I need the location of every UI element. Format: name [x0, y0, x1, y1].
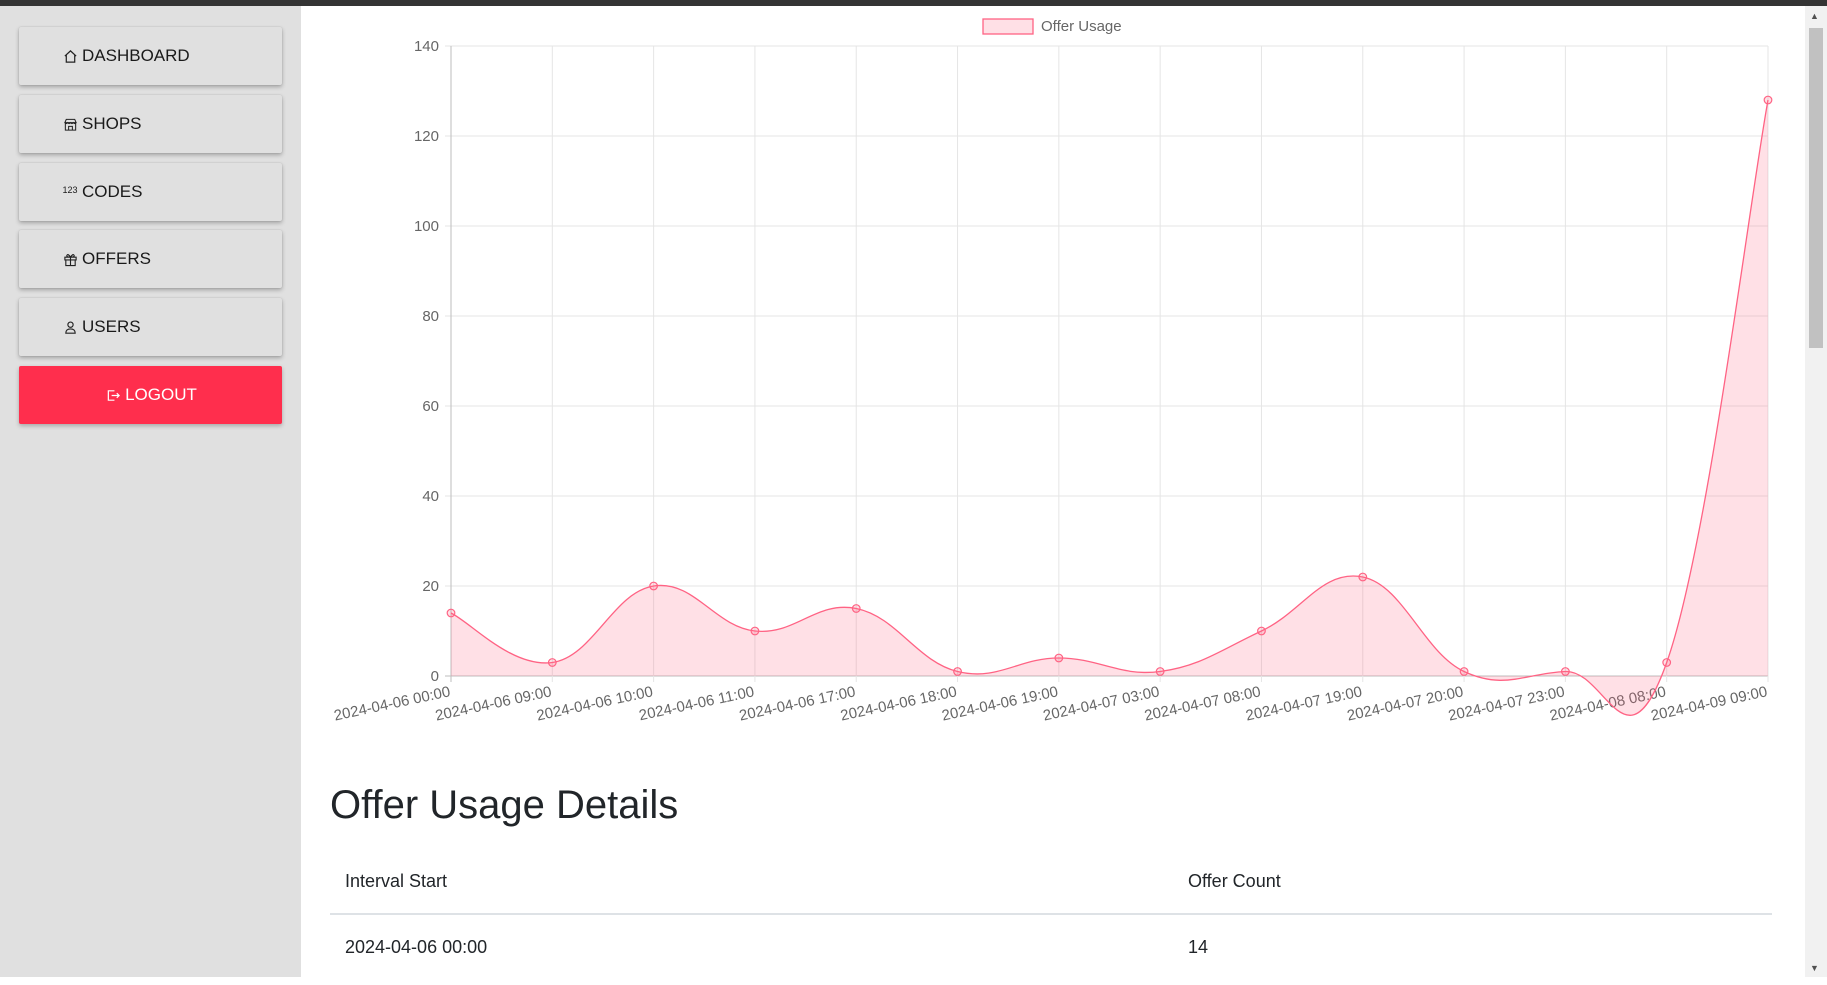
y-tick-label: 80 [422, 308, 439, 325]
x-tick-label: 2024-04-09 09:00 [1649, 683, 1768, 724]
column-header-offer-count: Offer Count [1188, 871, 1281, 891]
data-point [1155, 667, 1165, 676]
data-point [750, 626, 760, 636]
legend-label: Offer Usage [1041, 18, 1122, 35]
offer-usage-chart: 0204060801001201402024-04-06 00:002024-0… [332, 18, 1773, 725]
y-tick-label: 100 [414, 218, 439, 235]
y-tick-label: 140 [414, 38, 439, 55]
column-header-interval-start: Interval Start [345, 871, 448, 891]
data-point [1560, 667, 1570, 676]
x-tick-label: 2024-04-06 18:00 [839, 683, 958, 724]
x-tick-label: 2024-04-07 08:00 [1143, 683, 1262, 724]
cell-interval-start: 2024-04-06 00:00 [345, 937, 488, 957]
table-row: 2024-04-06 00:00 14 [330, 915, 1772, 985]
x-tick-label: 2024-04-07 20:00 [1346, 683, 1465, 724]
x-tick-label: 2024-04-06 11:00 [637, 683, 755, 724]
data-point [1763, 95, 1773, 105]
table-header-row: Interval Start Offer Count [330, 855, 1772, 915]
data-point [851, 604, 861, 613]
x-tick-label: 2024-04-07 23:00 [1447, 683, 1566, 724]
y-tick-label: 20 [422, 578, 439, 595]
data-point [649, 581, 659, 591]
cell-offer-count: 14 [1188, 937, 1209, 957]
data-point [547, 658, 557, 667]
legend-swatch [982, 18, 1034, 35]
x-tick-label: 2024-04-06 17:00 [738, 683, 857, 724]
x-tick-label: 2024-04-06 00:00 [332, 683, 451, 724]
y-tick-label: 60 [422, 398, 439, 415]
vertical-scrollbar[interactable]: ▲ ▼ [1805, 6, 1827, 977]
x-tick-label: 2024-04-07 19:00 [1244, 683, 1363, 724]
x-tick-label: 2024-04-06 19:00 [940, 683, 1059, 724]
scroll-up-arrow-icon[interactable]: ▲ [1810, 11, 1819, 21]
data-point [1257, 626, 1266, 636]
x-tick-label: 2024-04-07 03:00 [1042, 683, 1161, 724]
series-area-offer-usage [451, 100, 1768, 716]
details-title: Offer Usage Details [330, 783, 679, 827]
scroll-down-arrow-icon[interactable]: ▼ [1810, 963, 1819, 973]
x-tick-label: 2024-04-06 09:00 [434, 683, 553, 724]
data-point [1662, 658, 1672, 667]
data-point [446, 608, 456, 618]
x-tick-label: 2024-04-06 10:00 [535, 683, 654, 724]
data-point [1054, 653, 1064, 663]
y-tick-label: 40 [422, 488, 439, 505]
data-point [953, 667, 962, 676]
details-table: Interval Start Offer Count 2024-04-06 00… [330, 855, 1772, 985]
data-point [1358, 572, 1368, 582]
scrollbar-thumb[interactable] [1809, 28, 1823, 348]
y-tick-label: 120 [414, 128, 439, 145]
data-point [1459, 667, 1469, 676]
y-tick-label: 0 [431, 668, 439, 685]
